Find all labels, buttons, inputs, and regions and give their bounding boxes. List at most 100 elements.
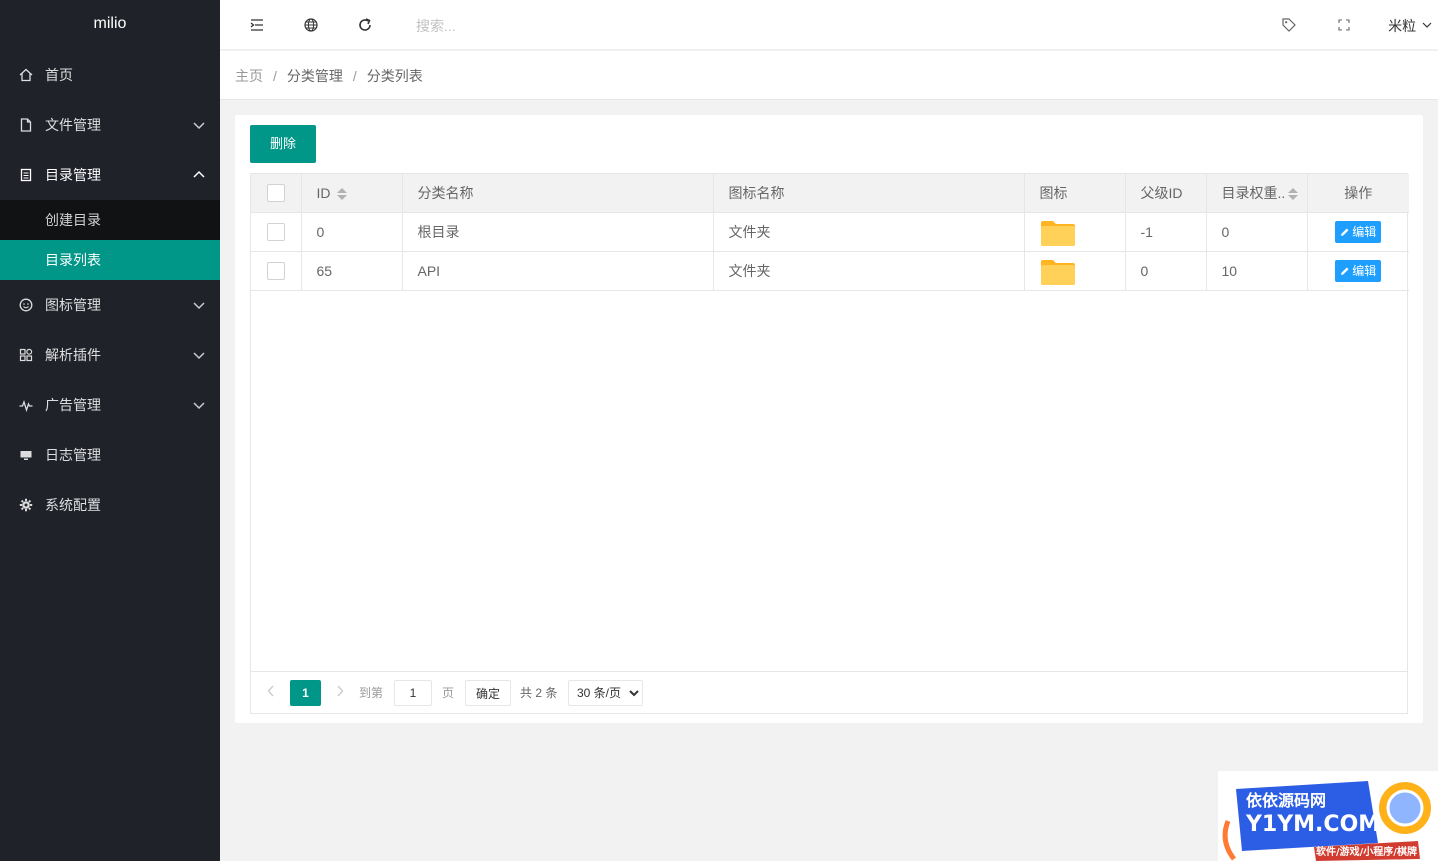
refresh-icon[interactable]: [357, 17, 373, 33]
sidebar-item-create-directory[interactable]: 创建目录: [0, 200, 220, 240]
cell-icon: [1024, 212, 1126, 252]
watermark-line3: 软件/游戏/小程序/棋牌: [1316, 845, 1417, 858]
pagination: 1 到第 页 确定 共 2 条 10 条/页 20 条/页 30 条/页 40 …: [251, 671, 1407, 713]
sidebar-submenu-directory: 创建目录 目录列表: [0, 200, 220, 280]
cell-weight: 10: [1206, 251, 1308, 291]
sidebar-item-home[interactable]: 首页: [0, 50, 220, 100]
cell-name: API: [402, 251, 714, 291]
sidebar: milio 首页 文件管理 目录管理 创建目录 目录列表 图标管理 解析插件 广…: [0, 0, 220, 861]
goto-label: 到第: [359, 686, 384, 700]
table-row: 0 根目录 文件夹 -1 0 编辑: [251, 212, 1409, 252]
breadcrumb: 主页 / 分类管理 / 分类列表: [220, 51, 1438, 100]
next-page-button[interactable]: [330, 680, 350, 706]
breadcrumb-category-list: 分类列表: [366, 68, 423, 84]
watermark-line1: 依依源码网: [1246, 791, 1326, 810]
tag-icon[interactable]: [1281, 17, 1297, 33]
column-header-icon: 图标: [1024, 174, 1126, 213]
row-checkbox[interactable]: [266, 261, 285, 280]
gear-icon: [19, 498, 33, 512]
column-header-icon-name: 图标名称: [713, 174, 1025, 213]
sidebar-item-label: 图标管理: [45, 297, 101, 313]
data-table: ID 分类名称 图标名称 图标 父级ID 目录权重.. 操作 0 根目录 文件夹: [250, 173, 1409, 714]
search-input[interactable]: [416, 15, 636, 37]
sidebar-item-settings[interactable]: 系统配置: [0, 480, 220, 530]
chevron-down-icon: [1422, 22, 1432, 28]
cell-id: 0: [301, 212, 403, 252]
edit-icon: [1341, 267, 1349, 275]
folder-icon: [1040, 221, 1075, 246]
chevron-down-icon: [193, 302, 205, 310]
sidebar-item-icons[interactable]: 图标管理: [0, 280, 220, 330]
sidebar-item-plugins[interactable]: 解析插件: [0, 330, 220, 380]
file-icon: [20, 118, 32, 132]
fullscreen-icon[interactable]: [1336, 17, 1352, 33]
cell-id: 65: [301, 251, 403, 291]
cell-parent-id: -1: [1125, 212, 1207, 252]
sidebar-item-files[interactable]: 文件管理: [0, 100, 220, 150]
cell-name: 根目录: [402, 212, 714, 252]
sort-icon[interactable]: [1288, 187, 1299, 201]
sidebar-item-label: 广告管理: [45, 397, 101, 413]
sort-icon[interactable]: [336, 187, 347, 201]
column-header-id[interactable]: ID: [301, 174, 403, 213]
cell-icon-name: 文件夹: [713, 212, 1025, 252]
menu-toggle-icon[interactable]: [249, 17, 265, 33]
goto-confirm-button[interactable]: 确定: [465, 680, 512, 706]
globe-icon[interactable]: [303, 17, 319, 33]
chevron-right-icon: [337, 685, 344, 697]
column-header-parent-id: 父级ID: [1125, 174, 1207, 213]
cell-actions: 编辑: [1307, 212, 1409, 252]
prev-page-button[interactable]: [261, 680, 281, 706]
user-menu[interactable]: 米粒: [1388, 16, 1432, 36]
smile-icon: [19, 298, 33, 312]
sidebar-item-label: 系统配置: [45, 497, 101, 513]
table-row: 65 API 文件夹 0 10 编辑: [251, 251, 1409, 291]
sidebar-item-directory-list[interactable]: 目录列表: [0, 240, 220, 280]
page-size-select[interactable]: 10 条/页 20 条/页 30 条/页 40 条/页 50 条/页: [568, 680, 643, 706]
edit-label: 编辑: [1352, 263, 1377, 278]
chevron-down-icon: [193, 352, 205, 360]
edit-button[interactable]: 编辑: [1335, 259, 1382, 282]
top-header: 米粒: [220, 0, 1438, 50]
edit-button[interactable]: 编辑: [1335, 220, 1382, 243]
cell-icon-name: 文件夹: [713, 251, 1025, 291]
sidebar-item-ads[interactable]: 广告管理: [0, 380, 220, 430]
sidebar-item-label: 首页: [45, 67, 73, 83]
select-all-checkbox[interactable]: [266, 183, 285, 202]
chevron-down-icon: [193, 402, 205, 410]
home-icon: [19, 68, 33, 82]
folder-icon: [1040, 260, 1075, 285]
column-header-name: 分类名称: [402, 174, 714, 213]
sidebar-item-label: 目录管理: [45, 167, 101, 183]
row-select-cell: [251, 212, 302, 252]
content-card: 删除 ID 分类名称 图标名称 图标 父级ID 目录权重.. 操作 0 根目录 …: [235, 115, 1423, 723]
breadcrumb-home[interactable]: 主页: [235, 68, 263, 84]
cell-weight: 0: [1206, 212, 1308, 252]
chevron-left-icon: [267, 685, 274, 697]
chevron-down-icon: [193, 122, 205, 130]
column-label: ID: [316, 184, 331, 201]
user-name: 米粒: [1388, 18, 1417, 34]
sidebar-item-logs[interactable]: 日志管理: [0, 430, 220, 480]
sidebar-item-label: 日志管理: [45, 447, 101, 463]
monitor-icon: [20, 451, 32, 460]
row-checkbox[interactable]: [266, 222, 285, 241]
cell-actions: 编辑: [1307, 251, 1409, 291]
breadcrumb-separator: /: [273, 68, 277, 84]
watermark-logo: 依依源码网 Y1YM.COM 软件/游戏/小程序/棋牌: [1218, 771, 1438, 861]
row-select-cell: [251, 251, 302, 291]
delete-button[interactable]: 删除: [250, 125, 316, 163]
goto-page-input[interactable]: [394, 680, 432, 706]
select-all-cell: [251, 174, 302, 213]
page-number-current[interactable]: 1: [290, 680, 321, 706]
table-header-row: ID 分类名称 图标名称 图标 父级ID 目录权重.. 操作: [251, 174, 1409, 213]
column-header-weight[interactable]: 目录权重..: [1206, 174, 1308, 213]
sidebar-item-label: 解析插件: [45, 347, 101, 363]
app-logo[interactable]: milio: [0, 0, 220, 50]
breadcrumb-separator: /: [352, 68, 357, 84]
sidebar-item-directory[interactable]: 目录管理: [0, 150, 220, 200]
list-icon: [20, 168, 32, 182]
apps-icon: [19, 348, 33, 362]
page-label: 页: [442, 686, 455, 700]
breadcrumb-category-manage[interactable]: 分类管理: [287, 68, 343, 84]
